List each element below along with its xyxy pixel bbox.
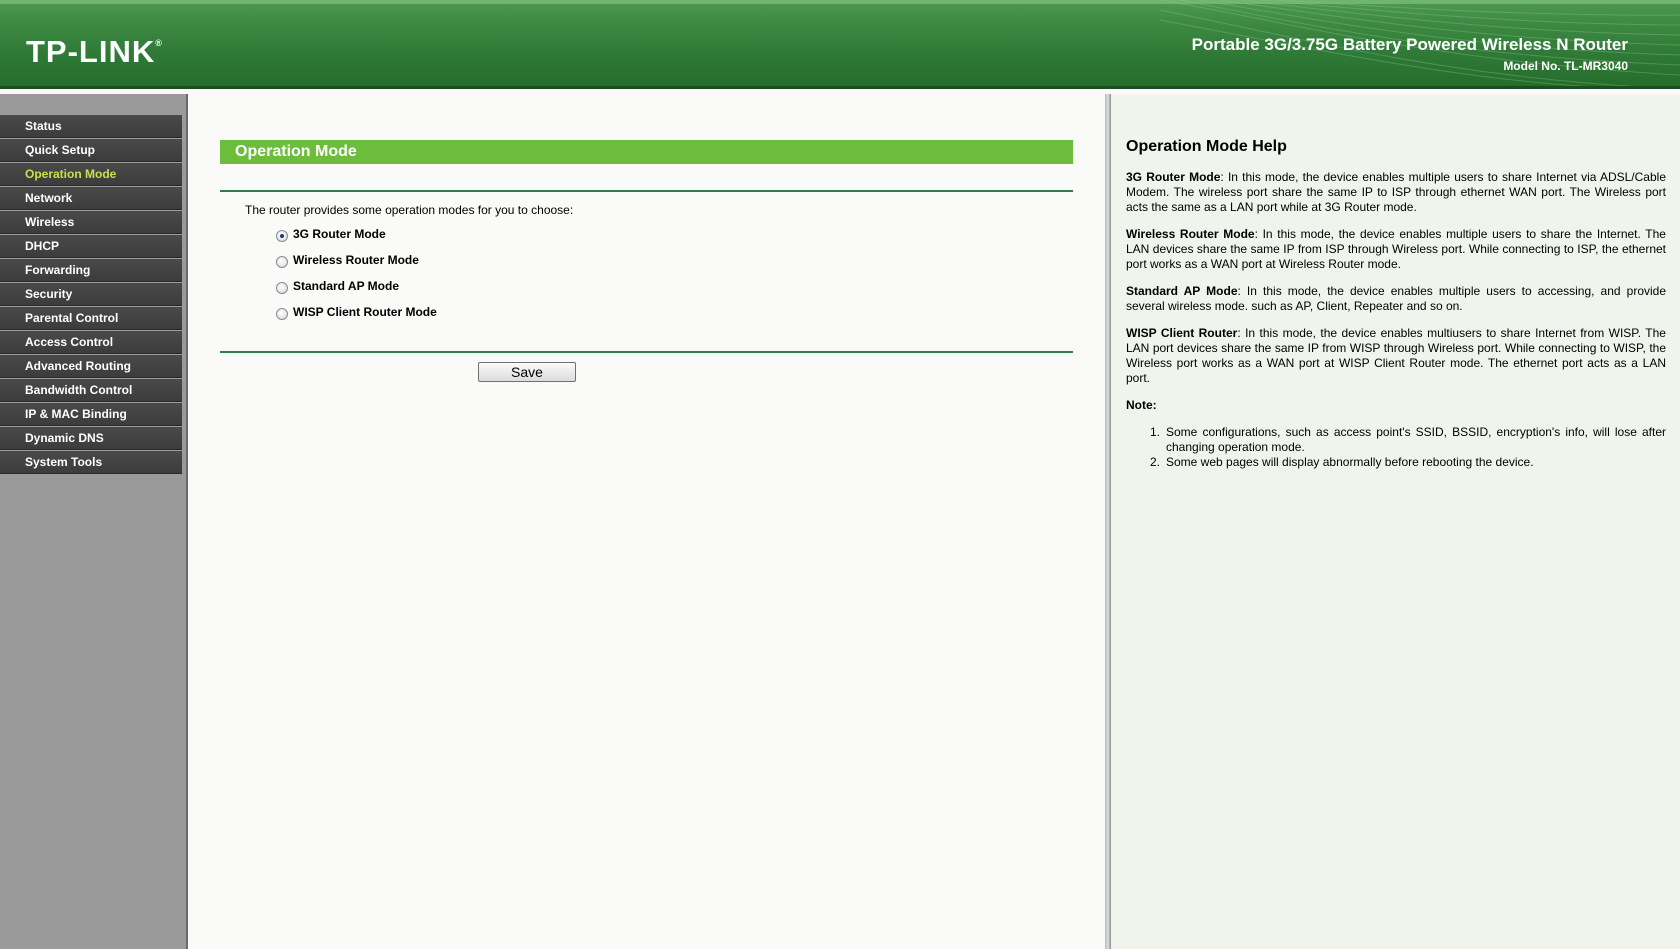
note-label: Note: (1126, 398, 1157, 412)
note-list: 1. Some configurations, such as access po… (1146, 425, 1666, 470)
model-number: Model No. TL-MR3040 (1503, 59, 1628, 73)
radio-button-standard-ap[interactable] (276, 282, 288, 294)
mode-label: WISP Client Router Mode (293, 305, 437, 319)
top-separator (220, 190, 1073, 192)
section-title-bar: Operation Mode (220, 140, 1073, 164)
note-item: 2. Some web pages will display abnormally… (1149, 455, 1534, 469)
radio-button-wireless-router[interactable] (276, 256, 288, 268)
sidebar-item-operation-mode[interactable]: Operation Mode (0, 163, 182, 186)
sidebar-item-dhcp[interactable]: DHCP (0, 235, 182, 258)
sidebar-menu: Status Quick Setup Operation Mode Networ… (0, 94, 187, 949)
bottom-separator (220, 351, 1073, 353)
sidebar-item-security[interactable]: Security (0, 283, 182, 306)
mode-option-wireless-router[interactable]: Wireless Router Mode (276, 253, 419, 268)
header-banner: TP-LINK® Portable 3G/3.75G Battery Power… (0, 0, 1680, 89)
sidebar-item-wireless[interactable]: Wireless (0, 211, 182, 234)
radio-button-3g-router[interactable] (276, 230, 288, 242)
help-body: 3G Router Mode: In this mode, the device… (1126, 170, 1666, 470)
tp-link-logo: TP-LINK® (26, 34, 163, 69)
mode-option-3g-router[interactable]: 3G Router Mode (276, 227, 386, 242)
sidebar-item-ip-mac-binding[interactable]: IP & MAC Binding (0, 403, 182, 426)
sidebar-item-quick-setup[interactable]: Quick Setup (0, 139, 182, 162)
mode-label: Wireless Router Mode (293, 253, 419, 267)
sidebar-item-network[interactable]: Network (0, 187, 182, 210)
sidebar-item-advanced-routing[interactable]: Advanced Routing (0, 355, 182, 378)
sidebar-item-dynamic-dns[interactable]: Dynamic DNS (0, 427, 182, 450)
save-button[interactable]: Save (478, 362, 576, 382)
help-paragraph: Standard AP Mode: In this mode, the devi… (1126, 284, 1667, 313)
sidebar-item-forwarding[interactable]: Forwarding (0, 259, 182, 282)
sidebar-item-access-control[interactable]: Access Control (0, 331, 182, 354)
help-title: Operation Mode Help (1126, 138, 1287, 155)
sidebar-item-bandwidth-control[interactable]: Bandwidth Control (0, 379, 182, 402)
sidebar-item-status[interactable]: Status (0, 115, 182, 138)
sidebar-item-parental-control[interactable]: Parental Control (0, 307, 182, 330)
sidebar-item-system-tools[interactable]: System Tools (0, 451, 182, 474)
mode-option-wisp-client-router[interactable]: WISP Client Router Mode (276, 305, 437, 320)
main-content-frame: Operation Mode The router provides some … (188, 94, 1105, 949)
intro-text: The router provides some operation modes… (245, 203, 574, 217)
help-paragraph: Wireless Router Mode: In this mode, the … (1126, 227, 1666, 271)
product-title: Portable 3G/3.75G Battery Powered Wirele… (1191, 35, 1628, 54)
note-item: 1. Some configurations, such as access po… (1149, 425, 1666, 454)
header-bottom-line (0, 86, 1680, 89)
mode-label: 3G Router Mode (293, 227, 386, 241)
mode-label: Standard AP Mode (293, 279, 400, 293)
radio-button-wisp-client-router[interactable] (276, 308, 288, 320)
mode-option-standard-ap[interactable]: Standard AP Mode (276, 279, 400, 294)
help-paragraph: 3G Router Mode: In this mode, the device… (1126, 170, 1666, 214)
help-panel: Operation Mode Help 3G Router Mode: In t… (1111, 94, 1680, 949)
help-paragraph: WISP Client Router: In this mode, the de… (1126, 326, 1666, 385)
